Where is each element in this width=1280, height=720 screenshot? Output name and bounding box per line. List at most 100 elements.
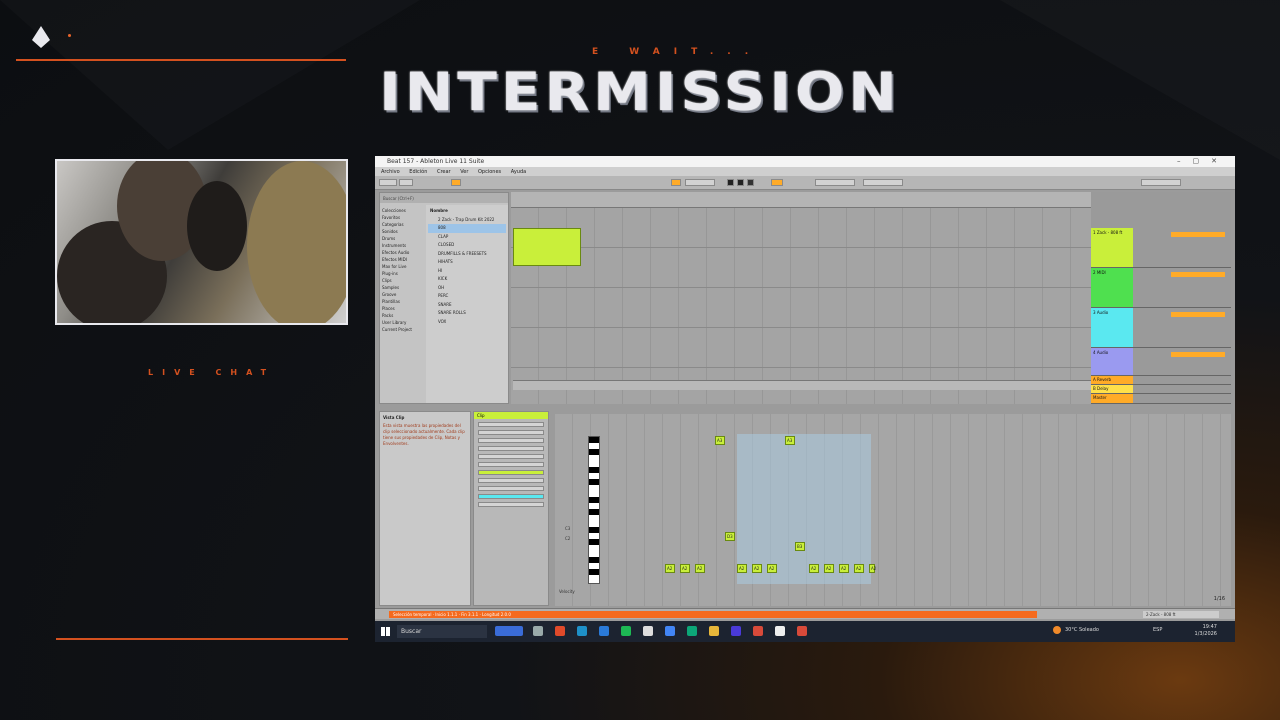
category-item[interactable]: Colecciones bbox=[382, 207, 422, 214]
return-track[interactable]: A Reverb bbox=[1091, 376, 1231, 385]
midi-note[interactable]: A2 bbox=[680, 564, 690, 573]
task-view-icon[interactable] bbox=[533, 626, 543, 636]
overdub-button[interactable] bbox=[771, 179, 783, 186]
track-lane[interactable] bbox=[511, 288, 1091, 328]
chrome-icon[interactable] bbox=[665, 626, 675, 636]
category-item[interactable]: Favoritos bbox=[382, 214, 422, 221]
store-icon[interactable] bbox=[599, 626, 609, 636]
menu-ayuda[interactable]: Ayuda bbox=[511, 169, 526, 175]
arrangement-clip[interactable] bbox=[513, 228, 581, 266]
category-item[interactable]: Categorías bbox=[382, 221, 422, 228]
category-item[interactable]: Plantillas bbox=[382, 298, 422, 305]
folder-icon[interactable] bbox=[709, 626, 719, 636]
category-item[interactable]: User Library bbox=[382, 319, 422, 326]
browser-item[interactable]: HIHATS bbox=[428, 258, 506, 267]
midi-note[interactable]: B3 bbox=[795, 542, 805, 551]
weather-text[interactable]: 30°C Soleado bbox=[1065, 627, 1099, 633]
midi-note[interactable]: A2 bbox=[752, 564, 762, 573]
edge-icon[interactable] bbox=[577, 626, 587, 636]
browser-item[interactable]: OH bbox=[428, 284, 506, 293]
menu-opciones[interactable]: Opciones bbox=[478, 169, 501, 175]
loop-start-field[interactable] bbox=[815, 179, 855, 186]
spotify-icon[interactable] bbox=[621, 626, 631, 636]
browser-item[interactable]: SNARE ROLLS bbox=[428, 309, 506, 318]
menu-ver[interactable]: Ver bbox=[460, 169, 468, 175]
app-icon[interactable] bbox=[643, 626, 653, 636]
track-controls[interactable] bbox=[1171, 232, 1225, 237]
play-button[interactable] bbox=[727, 179, 734, 186]
app-icon[interactable] bbox=[687, 626, 697, 636]
loop-selection[interactable] bbox=[737, 434, 871, 584]
category-item[interactable]: Clips bbox=[382, 277, 422, 284]
stop-button[interactable] bbox=[737, 179, 744, 186]
category-item[interactable]: Efectos MIDI bbox=[382, 256, 422, 263]
category-item[interactable]: Groove bbox=[382, 291, 422, 298]
clip-setting[interactable] bbox=[478, 422, 544, 427]
premiere-icon[interactable] bbox=[731, 626, 741, 636]
category-item[interactable]: Efectos Audio bbox=[382, 249, 422, 256]
browser-item[interactable]: 2 Zack - Trap Drum Kit 2022 bbox=[428, 216, 506, 225]
system-clock[interactable]: 19:47 1/3/2026 bbox=[1195, 624, 1217, 638]
clip-setting[interactable] bbox=[478, 430, 544, 435]
midi-note[interactable]: A2 bbox=[854, 564, 864, 573]
browser-item[interactable]: HI bbox=[428, 267, 506, 276]
browser-item[interactable]: VOX bbox=[428, 318, 506, 327]
midi-note[interactable]: A2 bbox=[869, 564, 876, 573]
category-item[interactable]: Instruments bbox=[382, 242, 422, 249]
record-button[interactable] bbox=[747, 179, 754, 186]
loop-length-field[interactable] bbox=[863, 179, 903, 186]
chrome-icon[interactable] bbox=[797, 626, 807, 636]
track-header[interactable]: 3 Audio bbox=[1091, 308, 1231, 348]
tap-button[interactable] bbox=[379, 179, 397, 186]
browser-item[interactable]: KICK bbox=[428, 275, 506, 284]
track-header[interactable]: 2 MIDI bbox=[1091, 268, 1231, 308]
track-lane[interactable] bbox=[511, 328, 1091, 368]
midi-note[interactable]: D3 bbox=[725, 532, 735, 541]
follow-button[interactable] bbox=[671, 179, 681, 186]
midi-editor[interactable]: A3 A3 D3 B3 A2 A2 A2 A2 A2 A2 A2 A2 A2 A… bbox=[555, 414, 1231, 606]
category-item[interactable]: Packs bbox=[382, 312, 422, 319]
clip-setting[interactable] bbox=[478, 446, 544, 451]
clip-setting[interactable] bbox=[478, 502, 544, 507]
browser-item-selected[interactable]: 808 bbox=[428, 224, 506, 233]
ableton-window[interactable]: Beat 157 - Ableton Live 11 Suite –▢✕ Arc… bbox=[375, 156, 1235, 642]
ableton-icon[interactable] bbox=[775, 626, 785, 636]
position-field[interactable] bbox=[685, 179, 715, 186]
category-item[interactable]: Samples bbox=[382, 284, 422, 291]
track-controls[interactable] bbox=[1171, 352, 1225, 357]
arrangement-view[interactable] bbox=[511, 192, 1091, 404]
browser-item[interactable]: CLOSED bbox=[428, 241, 506, 250]
midi-note[interactable]: A2 bbox=[665, 564, 675, 573]
midi-note[interactable]: A2 bbox=[737, 564, 747, 573]
track-lane[interactable] bbox=[511, 208, 1091, 248]
track-controls[interactable] bbox=[1171, 312, 1225, 317]
return-track[interactable]: B Delay bbox=[1091, 385, 1231, 394]
category-item[interactable]: Places bbox=[382, 305, 422, 312]
app-icon[interactable] bbox=[495, 626, 523, 636]
clip-setting[interactable] bbox=[478, 486, 544, 491]
menu-edicion[interactable]: Edición bbox=[409, 169, 427, 175]
tempo-field[interactable] bbox=[399, 179, 413, 186]
clip-setting[interactable] bbox=[478, 438, 544, 443]
browser-item[interactable]: CLAP bbox=[428, 233, 506, 242]
chrome-icon[interactable] bbox=[555, 626, 565, 636]
clip-setting[interactable] bbox=[478, 478, 544, 483]
browser-item[interactable]: PERC bbox=[428, 292, 506, 301]
track-header[interactable]: 1 Zack - 808 ft bbox=[1091, 228, 1231, 268]
midi-note[interactable]: A2 bbox=[767, 564, 777, 573]
midi-note[interactable]: A2 bbox=[695, 564, 705, 573]
track-lane[interactable] bbox=[511, 248, 1091, 288]
midi-note[interactable]: A3 bbox=[785, 436, 795, 445]
legato-button[interactable] bbox=[478, 494, 544, 499]
track-header[interactable]: 4 Audio bbox=[1091, 348, 1231, 376]
status-track[interactable]: 2-Zack - 808 ft bbox=[1143, 611, 1219, 618]
browser-item[interactable]: DRUMFILLS & FREESETS bbox=[428, 250, 506, 259]
menu-archivo[interactable]: Archivo bbox=[381, 169, 400, 175]
window-controls[interactable]: –▢✕ bbox=[1177, 157, 1229, 165]
browser-item[interactable]: SNARE bbox=[428, 301, 506, 310]
beat-ruler[interactable] bbox=[511, 192, 1091, 208]
category-item[interactable]: Current Project bbox=[382, 326, 422, 333]
track-controls[interactable] bbox=[1171, 272, 1225, 277]
launch-section[interactable] bbox=[478, 470, 544, 475]
language-indicator[interactable]: ESP bbox=[1153, 627, 1162, 633]
